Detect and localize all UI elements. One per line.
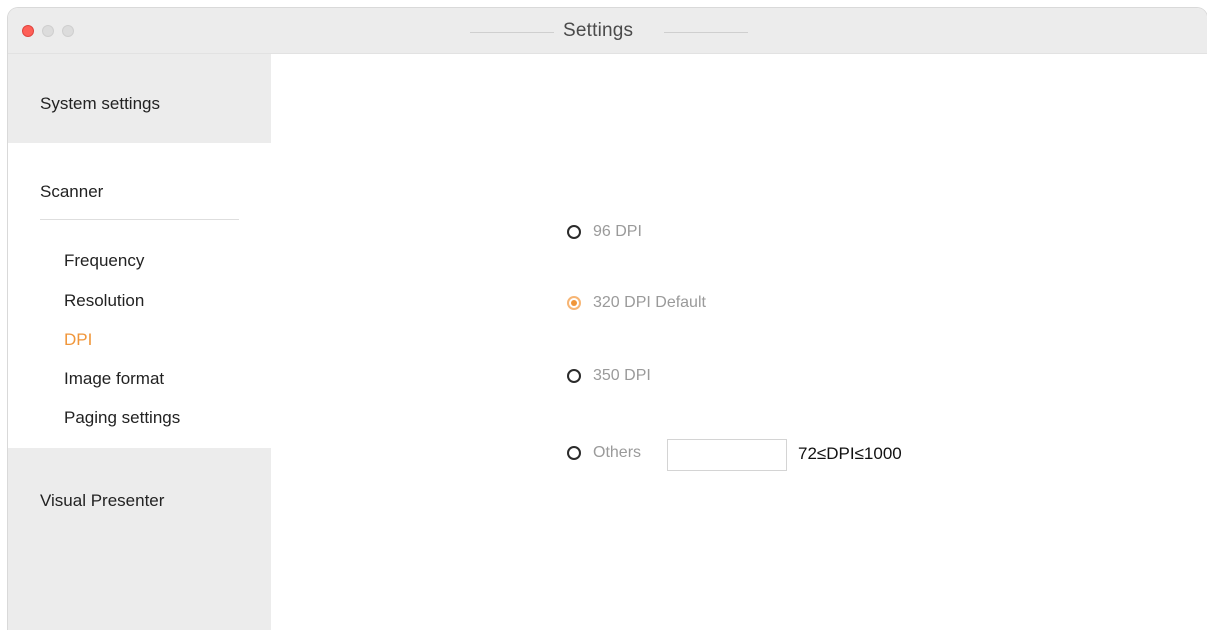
title-decor-line-left [470,32,554,33]
title-decor-line-right [664,32,748,33]
sidebar-subitem-resolution[interactable]: Resolution [64,291,144,311]
dpi-option-label: 96 DPI [593,223,642,240]
dpi-option-320[interactable]: 320 DPI Default [567,291,706,315]
radio-unchecked-icon[interactable] [567,369,581,383]
sidebar-divider [40,219,239,220]
dpi-option-label: 320 DPI Default [593,294,706,311]
sidebar-item-visual-presenter[interactable]: Visual Presenter [40,491,164,511]
custom-dpi-input[interactable] [667,439,787,471]
sidebar-section-scanner: Scanner Frequency Resolution DPI Image f… [8,143,271,448]
sidebar-subitem-paging-settings[interactable]: Paging settings [64,408,180,428]
radio-unchecked-icon[interactable] [567,446,581,460]
title-bar: Settings [8,8,1207,54]
window-title: Settings [563,20,634,41]
dpi-option-label: Others [593,444,642,461]
maximize-window-icon[interactable] [62,25,74,37]
settings-window: Settings System settings Scanner Frequen… [8,8,1207,630]
dpi-option-label: 350 DPI [593,367,651,384]
dpi-option-350[interactable]: 350 DPI [567,364,651,388]
sidebar-item-scanner[interactable]: Scanner [40,182,103,202]
dpi-range-hint: 72≤DPI≤1000 [798,444,902,463]
sidebar-subitem-frequency[interactable]: Frequency [64,251,144,271]
sidebar-subitem-dpi[interactable]: DPI [64,330,92,350]
close-window-icon[interactable] [22,25,34,37]
minimize-window-icon[interactable] [42,25,54,37]
sidebar: System settings Scanner Frequency Resolu… [8,54,271,630]
sidebar-item-system-settings[interactable]: System settings [40,94,160,114]
dpi-option-others[interactable]: Others [567,441,641,465]
dpi-option-96[interactable]: 96 DPI [567,220,642,244]
radio-unchecked-icon[interactable] [567,225,581,239]
radio-checked-icon[interactable] [567,296,581,310]
sidebar-subitem-image-format[interactable]: Image format [64,369,164,389]
